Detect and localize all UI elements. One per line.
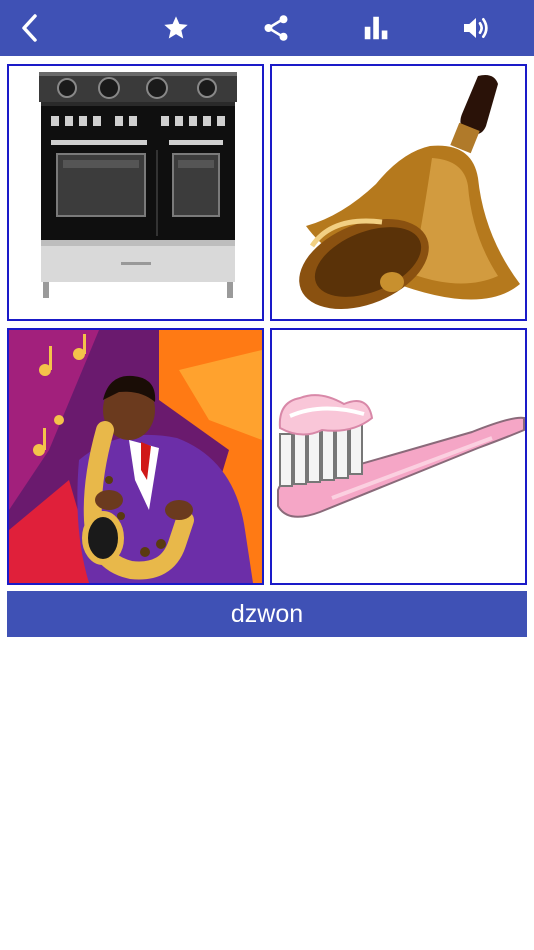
picture-tile-toothbrush[interactable] (270, 328, 527, 585)
picture-tile-saxophone[interactable] (7, 328, 264, 585)
star-icon (164, 16, 188, 39)
saxophone-player-image (9, 330, 262, 583)
toothbrush-image (272, 330, 525, 583)
share-icon (264, 15, 288, 41)
stove-image (9, 66, 262, 319)
picture-tile-stove[interactable] (7, 64, 264, 321)
answer-word: dzwon (7, 591, 527, 637)
picture-tile-bell[interactable] (270, 64, 527, 321)
sound-button[interactable] (446, 0, 506, 56)
stats-button[interactable] (346, 0, 406, 56)
share-button[interactable] (246, 0, 306, 56)
bar-chart-icon (364, 16, 388, 40)
bell-image (272, 66, 525, 319)
back-icon (22, 14, 37, 42)
volume-icon (464, 18, 488, 38)
back-button[interactable] (0, 0, 60, 56)
favorite-button[interactable] (146, 0, 206, 56)
top-toolbar (0, 0, 534, 56)
